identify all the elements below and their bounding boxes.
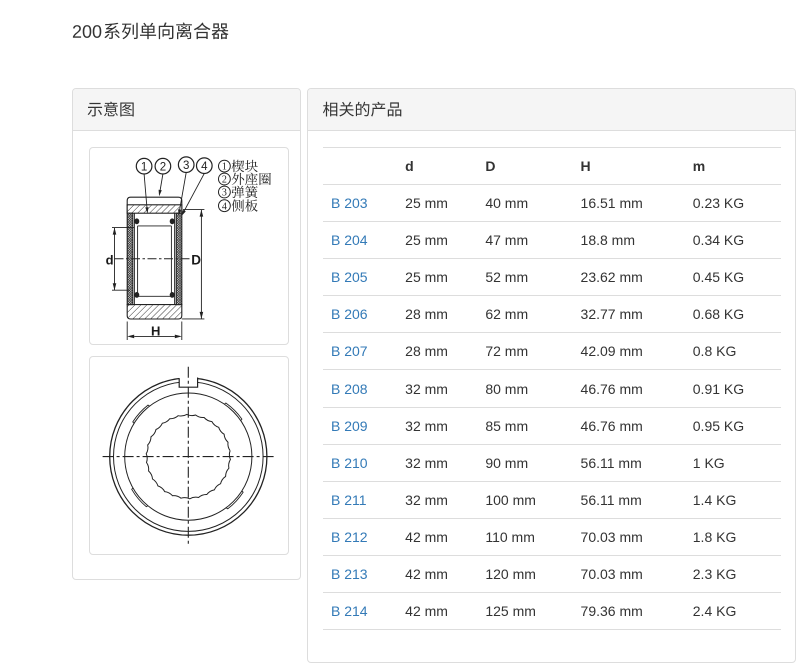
svg-text:4: 4 xyxy=(222,201,227,212)
svg-text:3: 3 xyxy=(222,188,227,199)
svg-text:2: 2 xyxy=(222,175,227,186)
svg-text:d: d xyxy=(106,253,114,268)
svg-text:1: 1 xyxy=(141,161,147,173)
svg-text:H: H xyxy=(151,323,160,338)
svg-text:1: 1 xyxy=(222,162,227,173)
svg-text:3: 3 xyxy=(183,160,189,172)
svg-text:4: 4 xyxy=(201,161,208,173)
svg-text:D: D xyxy=(191,252,201,267)
svg-text:2: 2 xyxy=(160,161,166,173)
